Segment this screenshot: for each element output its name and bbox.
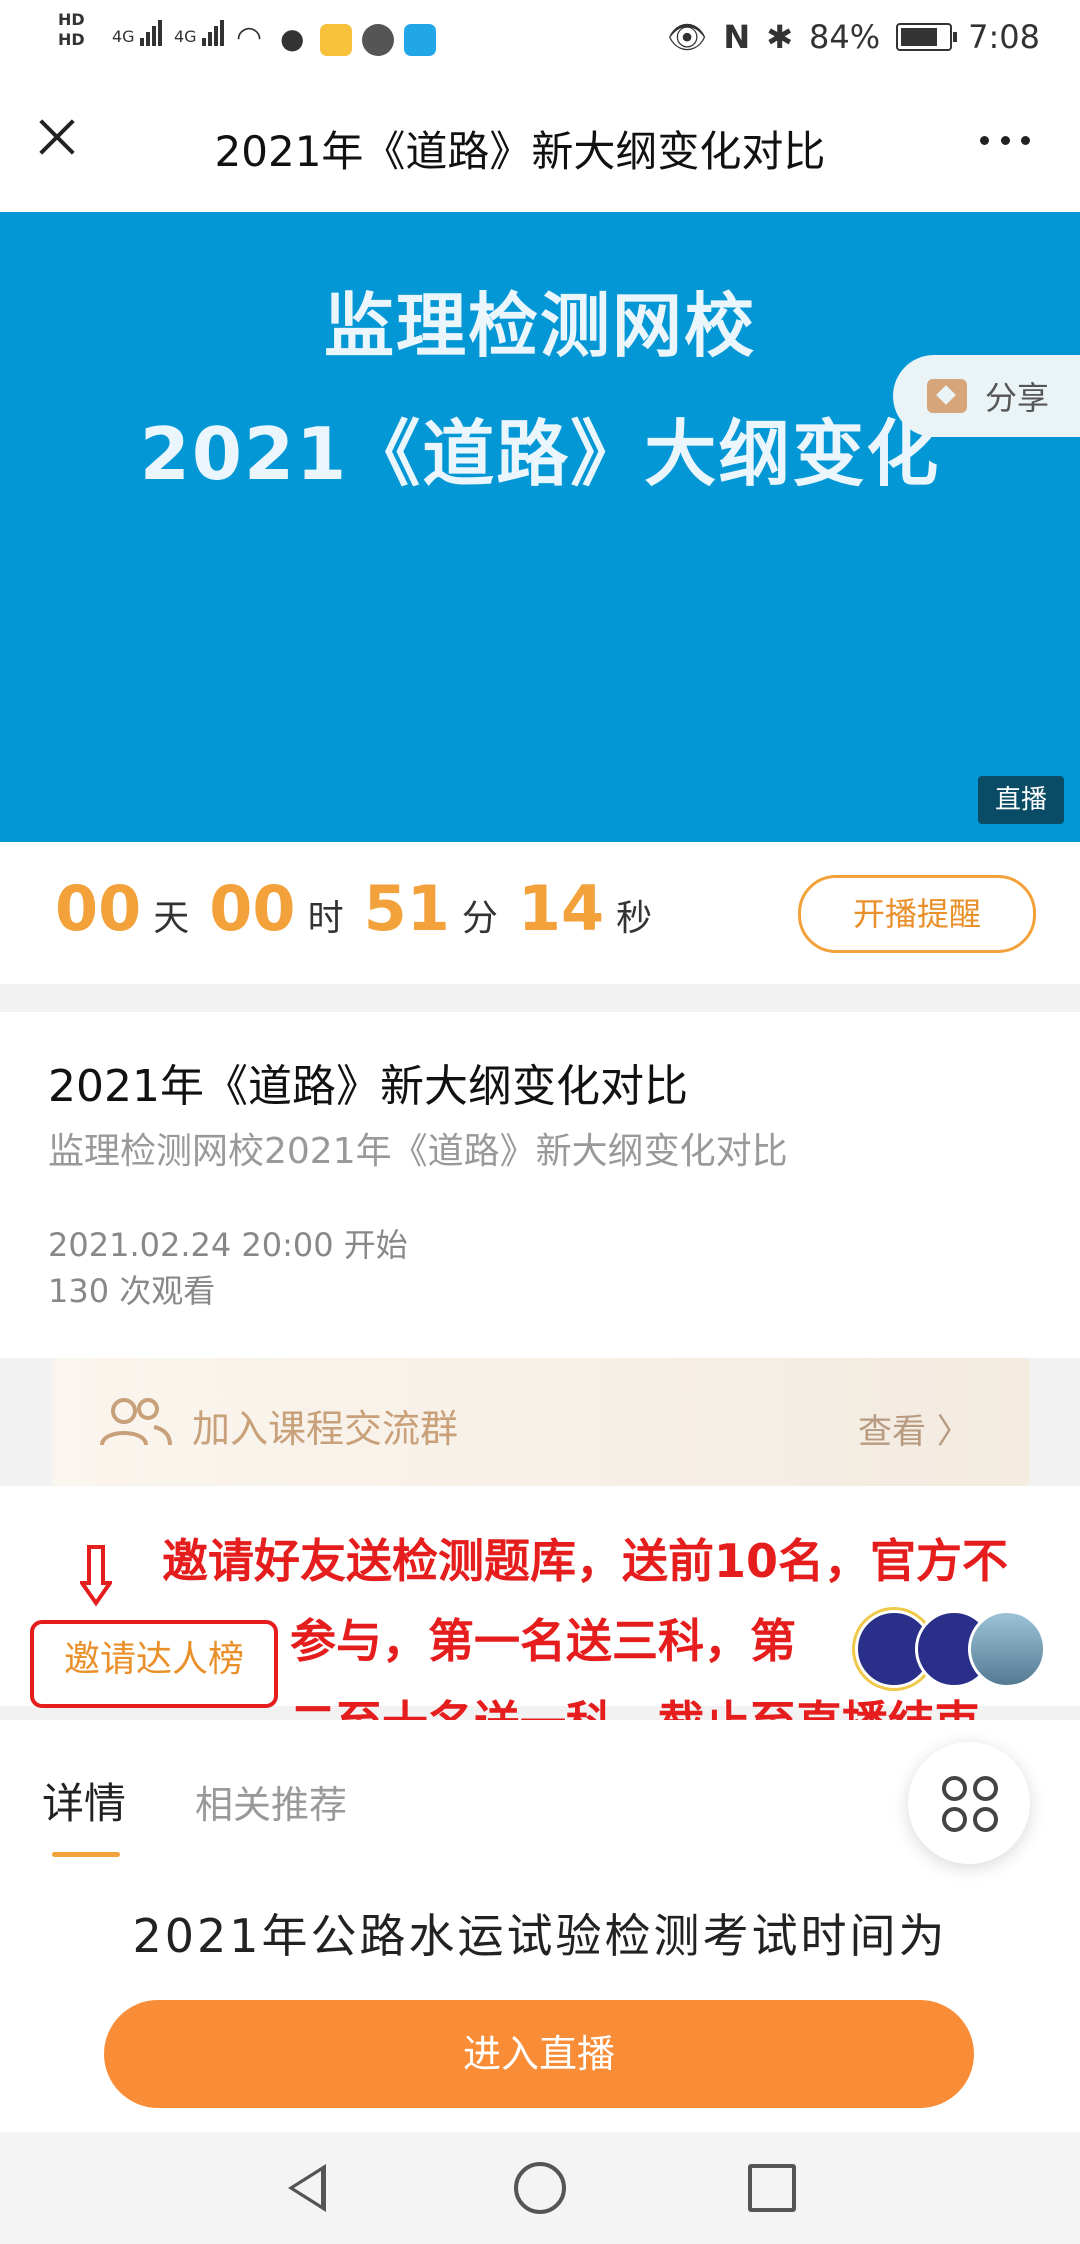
annotation-line2: 参与，第一名送三科，第 bbox=[290, 1614, 796, 1668]
course-title: 2021年《道路》新大纲变化对比 bbox=[48, 1061, 688, 1112]
countdown-hours: 00 bbox=[209, 872, 296, 945]
view-count: 130 次观看 bbox=[48, 1272, 216, 1310]
avatar[interactable] bbox=[968, 1610, 1046, 1688]
signal-1: 4G bbox=[112, 20, 164, 46]
battery-icon bbox=[896, 23, 958, 51]
grid-icon bbox=[942, 1776, 998, 1832]
detail-text: 2021年公路水运试验检测考试时间为 bbox=[132, 1909, 948, 1963]
share-label: 分享 bbox=[985, 379, 1050, 417]
countdown-days: 00 bbox=[55, 872, 142, 945]
battery-percent: 84% bbox=[809, 18, 881, 56]
more-icon[interactable] bbox=[980, 120, 1030, 160]
sim2-label: 4G bbox=[174, 27, 197, 46]
nav-home-icon[interactable] bbox=[514, 2162, 566, 2214]
signal-2: 4G bbox=[174, 20, 226, 46]
banner-line1: 监理检测网校 bbox=[324, 285, 756, 367]
hd-indicator: HD HD bbox=[58, 10, 85, 50]
mail-app-icon bbox=[320, 24, 352, 56]
bulb-app-icon bbox=[404, 24, 436, 56]
hd2-label: HD bbox=[58, 30, 85, 50]
group-icon bbox=[100, 1398, 172, 1446]
share-button[interactable]: 分享 bbox=[893, 355, 1080, 437]
countdown-seconds: 14 bbox=[517, 872, 605, 945]
remind-button[interactable]: 开播提醒 bbox=[798, 875, 1036, 953]
nav-back-icon[interactable] bbox=[288, 2164, 326, 2212]
close-icon[interactable] bbox=[32, 112, 82, 162]
nav-recent-icon[interactable] bbox=[748, 2164, 796, 2212]
signal-bars-icon bbox=[201, 20, 226, 46]
arrow-down-icon bbox=[80, 1545, 112, 1607]
invite-rank-button[interactable]: 邀请达人榜 bbox=[34, 1628, 274, 1692]
annotation-line1: 邀请好友送检测题库，送前10名，官方不 bbox=[162, 1534, 1009, 1588]
clock: 7:08 bbox=[968, 18, 1040, 56]
hours-unit: 时 bbox=[307, 898, 344, 939]
signal-bars-icon bbox=[139, 20, 164, 46]
hd1-label: HD bbox=[58, 10, 85, 30]
nfc-icon: N bbox=[723, 18, 751, 56]
tab-related[interactable]: 相关推荐 bbox=[195, 1774, 347, 1829]
minutes-unit: 分 bbox=[461, 898, 498, 939]
live-tag: 直播 bbox=[978, 776, 1064, 824]
enter-live-button[interactable]: 进入直播 bbox=[104, 2000, 974, 2108]
seconds-unit: 秒 bbox=[616, 898, 653, 939]
start-time: 2021.02.24 20:00 开始 bbox=[48, 1226, 408, 1264]
join-group-label: 加入课程交流群 bbox=[192, 1407, 459, 1451]
countdown-minutes: 51 bbox=[363, 872, 450, 945]
share-icon bbox=[927, 379, 967, 413]
days-unit: 天 bbox=[153, 898, 190, 939]
eye-icon: 👁 bbox=[666, 18, 708, 56]
active-tab-indicator bbox=[52, 1852, 120, 1857]
sim1-label: 4G bbox=[112, 27, 135, 46]
countdown-timer: 00 天 00 时 51 分 14 秒 bbox=[55, 872, 672, 945]
bluetooth-icon: ✱ bbox=[766, 18, 794, 56]
page-title: 2021年《道路》新大纲变化对比 bbox=[214, 127, 826, 176]
course-subtitle: 监理检测网校2021年《道路》新大纲变化对比 bbox=[48, 1131, 788, 1172]
wechat-icon: ● bbox=[280, 22, 305, 55]
tab-details[interactable]: 详情 bbox=[42, 1770, 126, 1831]
wifi-icon: ◠ bbox=[236, 20, 263, 55]
hand-app-icon bbox=[362, 24, 394, 56]
status-right: 👁 N ✱ 84% 7:08 bbox=[667, 18, 1040, 56]
view-group-link[interactable]: 查看 〉 bbox=[858, 1404, 971, 1453]
